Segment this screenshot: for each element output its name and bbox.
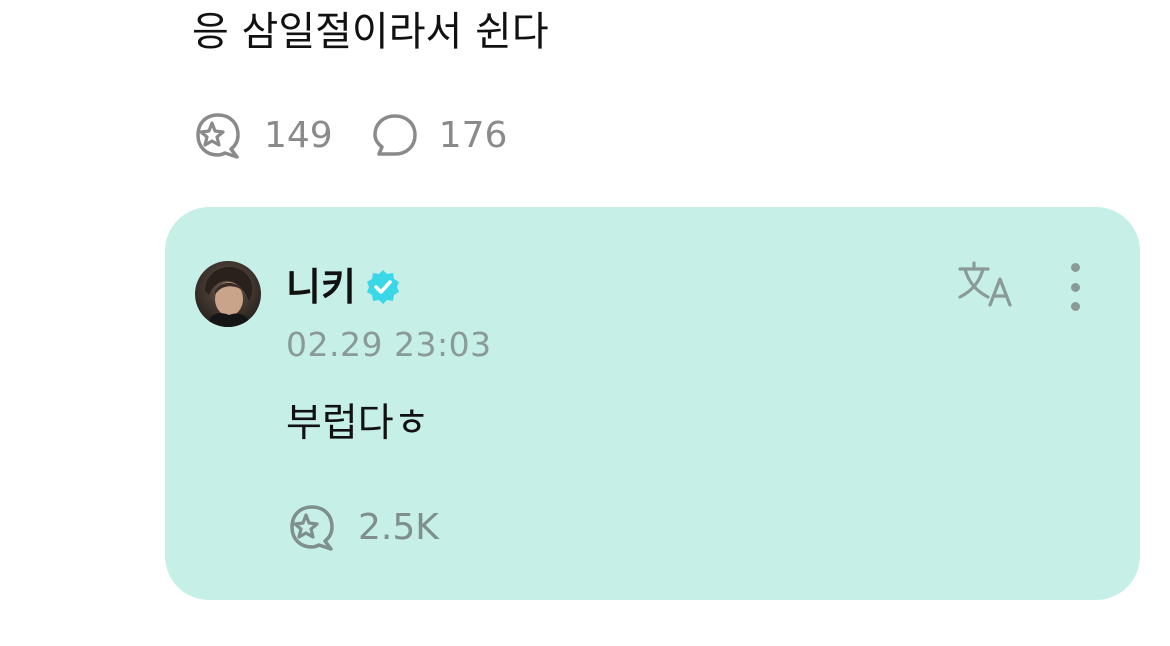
post-comment-button[interactable]: 176: [371, 112, 508, 160]
more-vertical-icon: [1071, 263, 1080, 272]
more-dot: [1071, 302, 1080, 311]
comment-timestamp: 02.29 23:03: [286, 325, 492, 364]
comment-text: 부럽다ㅎ: [286, 401, 430, 446]
more-dot: [1071, 282, 1080, 292]
speech-bubble-icon: [371, 112, 419, 160]
more-options-button[interactable]: [1071, 259, 1080, 315]
comment-like-count: 2.5K: [358, 507, 439, 548]
comment-actions: 2.5K: [286, 503, 477, 553]
author-name[interactable]: 니키: [286, 263, 356, 311]
post-text: 응 삼일절이라서 쉰다: [192, 9, 549, 55]
author-row: 니키: [286, 263, 402, 311]
post-like-count: 149: [264, 115, 333, 156]
verified-badge-icon: [364, 268, 402, 306]
post-like-button[interactable]: 149: [192, 111, 333, 161]
comment-like-button[interactable]: 2.5K: [286, 503, 439, 553]
avatar[interactable]: [195, 261, 261, 327]
translate-button[interactable]: [955, 259, 1019, 315]
post-actions: 149 176: [192, 108, 545, 164]
sparkle-bubble-icon: [192, 111, 244, 161]
post-comment-count: 176: [438, 115, 508, 156]
translate-icon: [956, 259, 1018, 315]
comment-card: 니키 02.29 23:03 부럽다ㅎ 2.5K: [165, 207, 1140, 600]
sparkle-bubble-icon: [286, 503, 338, 553]
